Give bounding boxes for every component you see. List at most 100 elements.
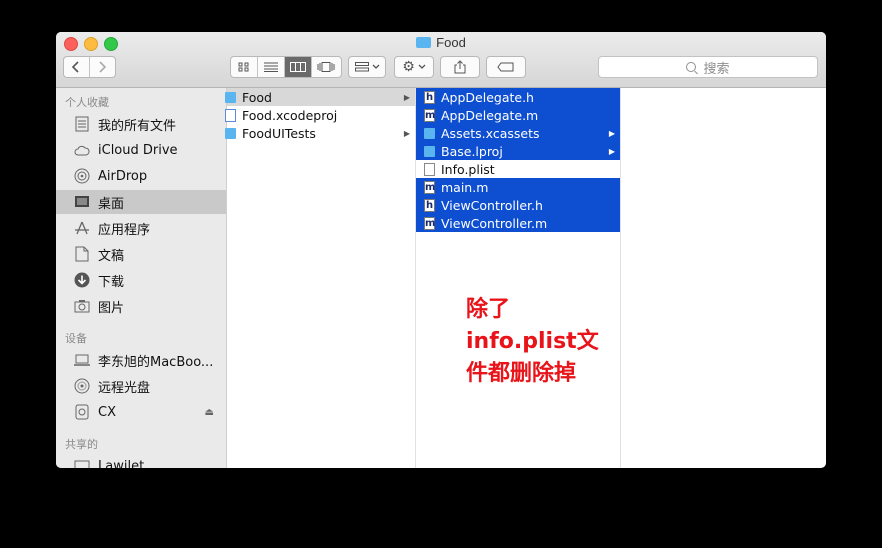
column-view-button[interactable] (285, 57, 312, 77)
laptop-icon (74, 352, 90, 368)
disclosure-arrow-icon: ▶ (608, 128, 615, 138)
file-name: AppDelegate.h (441, 89, 534, 105)
source-file-icon: m (424, 108, 436, 122)
header-file-icon: h (424, 90, 435, 104)
folder-icon (416, 37, 432, 48)
xcodeproj-icon (225, 108, 236, 122)
search-icon (686, 62, 697, 72)
folder-icon (424, 127, 435, 139)
sidebar-item-pictures[interactable]: 图片 (56, 294, 226, 318)
source-file-icon: m (424, 216, 436, 230)
sidebar-item-label: 下载 (98, 274, 125, 290)
sidebar-item-airdrop[interactable]: AirDrop (56, 164, 226, 188)
tags-button[interactable] (486, 56, 526, 78)
file-row-info-plist[interactable]: Info.plist (416, 160, 620, 178)
cover-flow-icon (317, 62, 334, 72)
arrange-icon (354, 62, 369, 72)
chevron-right-icon (99, 61, 107, 73)
cover-flow-button[interactable] (312, 57, 339, 77)
cloud-icon (74, 142, 90, 158)
arrange-button[interactable] (348, 56, 386, 78)
header-file-icon: h (424, 198, 435, 212)
browser-column-2: h AppDelegate.h m AppDelegate.m Assets.x… (416, 88, 621, 468)
file-row-main-m[interactable]: m main.m (416, 178, 620, 196)
desktop-icon (74, 194, 90, 210)
share-button[interactable] (440, 56, 480, 78)
icon-view-button[interactable] (231, 57, 258, 77)
file-row-viewcontroller-h[interactable]: h ViewController.h (416, 196, 620, 214)
window-title-text: Food (436, 35, 466, 50)
file-name: ViewController.m (441, 215, 548, 231)
sidebar-item-applications[interactable]: 应用程序 (56, 216, 226, 240)
file-row-xcodeproj[interactable]: Food.xcodeproj (225, 106, 415, 124)
chevron-down-icon (372, 64, 379, 69)
annotation-line: 除了 (466, 297, 511, 322)
folder-icon (225, 127, 236, 139)
search-placeholder: 搜索 (703, 61, 730, 77)
chevron-left-icon (72, 61, 79, 73)
sidebar-header-favorites: 个人收藏 (65, 96, 109, 109)
file-row-appdelegate-m[interactable]: m AppDelegate.m (416, 106, 620, 124)
file-row-food[interactable]: Food ▶ (225, 88, 415, 106)
nav-buttons (63, 56, 116, 78)
sidebar-item-downloads[interactable]: 下载 (56, 268, 226, 292)
sidebar-item-label: 文稿 (98, 248, 125, 264)
grid-icon (238, 62, 249, 72)
sidebar-item-label: 李东旭的MacBoo... (98, 354, 214, 370)
file-row-appdelegate-h[interactable]: h AppDelegate.h (416, 88, 620, 106)
eject-icon[interactable]: ⏏ (205, 407, 214, 418)
annotation-line: info.plist文 (466, 329, 599, 354)
documents-icon (74, 246, 90, 262)
file-name: AppDelegate.m (441, 107, 539, 123)
sidebar-item-macbook[interactable]: 李东旭的MacBoo... (56, 348, 226, 372)
file-name: main.m (441, 179, 489, 195)
sidebar-item-desktop[interactable]: 桌面 (56, 190, 226, 214)
sidebar-header-shared: 共享的 (65, 438, 98, 451)
sidebar-item-label: 我的所有文件 (98, 118, 177, 134)
tag-icon (497, 62, 514, 72)
sidebar-item-label: Lawilet (98, 458, 145, 469)
sidebar-item-documents[interactable]: 文稿 (56, 242, 226, 266)
source-file-icon: m (424, 180, 436, 194)
plist-file-icon (424, 162, 435, 176)
forward-button[interactable] (90, 57, 115, 77)
finder-window: Food ⚙ 搜索 个人收藏 我的所有文件 iCloud Drive AirDr… (56, 32, 826, 468)
folder-icon (424, 145, 435, 157)
chevron-down-icon (418, 64, 426, 69)
drive-icon (74, 404, 90, 420)
file-row-viewcontroller-m[interactable]: m ViewController.m (416, 214, 620, 232)
disclosure-arrow-icon: ▶ (403, 92, 410, 102)
sidebar-item-remote-disc[interactable]: 远程光盘 (56, 374, 226, 398)
titlebar: Food ⚙ 搜索 (56, 32, 826, 88)
sidebar-item-label: CX (98, 404, 116, 420)
columns-icon (290, 62, 306, 72)
sidebar-item-lawilet[interactable]: Lawilet (56, 454, 226, 468)
browser-column-1: Food ▶ Food.xcodeproj FoodUITests ▶ (225, 88, 416, 468)
file-row-assets[interactable]: Assets.xcassets ▶ (416, 124, 620, 142)
file-name: Base.lproj (441, 143, 503, 159)
sidebar-item-label: 应用程序 (98, 222, 151, 238)
window-title: Food (56, 35, 826, 50)
annotation-line: 件都删除掉 (466, 361, 577, 386)
applications-icon (74, 220, 90, 236)
sidebar-header-devices: 设备 (65, 332, 87, 345)
action-button[interactable]: ⚙ (394, 56, 434, 78)
sidebar-item-label: iCloud Drive (98, 142, 178, 158)
camera-icon (74, 298, 90, 314)
back-button[interactable] (64, 57, 90, 77)
file-name: Assets.xcassets (441, 125, 540, 141)
list-view-button[interactable] (258, 57, 285, 77)
file-name: ViewController.h (441, 197, 543, 213)
disclosure-arrow-icon: ▶ (403, 128, 410, 138)
file-row-base-lproj[interactable]: Base.lproj ▶ (416, 142, 620, 160)
file-row-food-ui-tests[interactable]: FoodUITests ▶ (225, 124, 415, 142)
sidebar-item-cx[interactable]: CX ⏏ (56, 400, 226, 424)
search-field[interactable]: 搜索 (598, 56, 818, 78)
disclosure-arrow-icon: ▶ (608, 146, 615, 156)
sidebar-item-label: AirDrop (98, 168, 148, 184)
annotation-text: 除了 info.plist文 件都删除掉 (466, 294, 599, 390)
sidebar-item-label: 远程光盘 (98, 380, 151, 396)
sidebar-item-all-files[interactable]: 我的所有文件 (56, 112, 226, 136)
sidebar-item-icloud[interactable]: iCloud Drive (56, 138, 226, 162)
file-name: FoodUITests (242, 125, 316, 141)
